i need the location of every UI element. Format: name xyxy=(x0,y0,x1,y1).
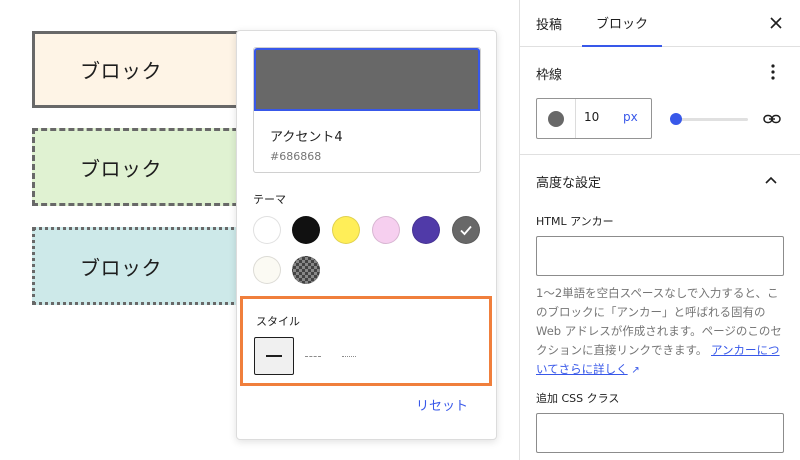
tab-block[interactable]: ブロック xyxy=(582,0,662,47)
border-style-dashed-button[interactable] xyxy=(301,337,325,375)
palette-swatch-black[interactable] xyxy=(292,216,320,244)
palette-swatch-yellow[interactable] xyxy=(332,216,360,244)
palette-swatch-purple[interactable] xyxy=(412,216,440,244)
settings-sidebar: 投稿 ブロック 枠線 10 px 高度な設定 HTML アンカー 1〜2単語を空… xyxy=(519,0,800,460)
html-anchor-label: HTML アンカー xyxy=(536,215,614,228)
more-vertical-icon[interactable] xyxy=(766,62,780,82)
palette-swatch-offwhite[interactable] xyxy=(253,256,281,284)
dotted-line-icon xyxy=(342,355,356,357)
border-width-input[interactable]: 10 xyxy=(584,110,614,124)
selected-color-preview[interactable] xyxy=(254,48,480,111)
palette-swatch-pink[interactable] xyxy=(372,216,400,244)
solid-line-icon xyxy=(266,355,282,357)
link-icon[interactable] xyxy=(762,110,782,128)
selected-color-name: アクセント4 xyxy=(270,130,343,145)
border-unit-select[interactable]: px xyxy=(623,110,638,124)
border-box-control: 10 px xyxy=(536,98,652,139)
tab-post[interactable]: 投稿 xyxy=(536,0,562,47)
block-text: ブロック xyxy=(80,255,162,280)
border-color-indicator xyxy=(548,110,564,127)
block-text: ブロック xyxy=(80,59,162,83)
border-style-dotted-button[interactable] xyxy=(337,337,361,375)
anchor-help-text: 1〜2単語を空白スペースなしで入力すると、このブロックに「アンカー」と呼ばれる固… xyxy=(536,284,788,380)
sidebar-tabs: 投稿 ブロック xyxy=(520,0,800,47)
reset-button[interactable]: リセット xyxy=(416,395,468,414)
theme-palette-label: テーマ xyxy=(253,193,286,206)
palette-swatch-white[interactable] xyxy=(253,216,281,244)
selected-color-hex: #686868 xyxy=(270,150,322,163)
border-width-slider-track[interactable] xyxy=(674,118,748,121)
palette-swatch-transparent[interactable] xyxy=(292,256,320,284)
selected-color-card[interactable]: アクセント4 #686868 xyxy=(253,47,481,173)
border-style-solid-button[interactable] xyxy=(254,337,294,375)
advanced-section-title[interactable]: 高度な設定 xyxy=(536,172,601,191)
external-link-icon: ↗ xyxy=(631,365,640,376)
css-class-input[interactable] xyxy=(536,413,784,453)
dashed-line-icon xyxy=(305,355,321,357)
border-width-slider-thumb[interactable] xyxy=(670,113,682,125)
border-style-label: スタイル xyxy=(256,315,300,328)
block-text: ブロック xyxy=(80,156,162,181)
section-divider xyxy=(520,154,800,155)
palette-swatch-gray-selected[interactable] xyxy=(452,216,480,244)
css-class-label: 追加 CSS クラス xyxy=(536,392,620,405)
border-color-popover: アクセント4 #686868 テーマ スタイル リセット xyxy=(236,30,497,440)
border-style-highlight: スタイル xyxy=(240,296,492,386)
html-anchor-input[interactable] xyxy=(536,236,784,276)
chevron-up-icon[interactable] xyxy=(764,173,778,187)
border-color-button[interactable] xyxy=(537,99,576,138)
check-icon xyxy=(460,225,472,236)
close-icon[interactable] xyxy=(767,14,785,32)
border-section-title: 枠線 xyxy=(536,68,563,83)
